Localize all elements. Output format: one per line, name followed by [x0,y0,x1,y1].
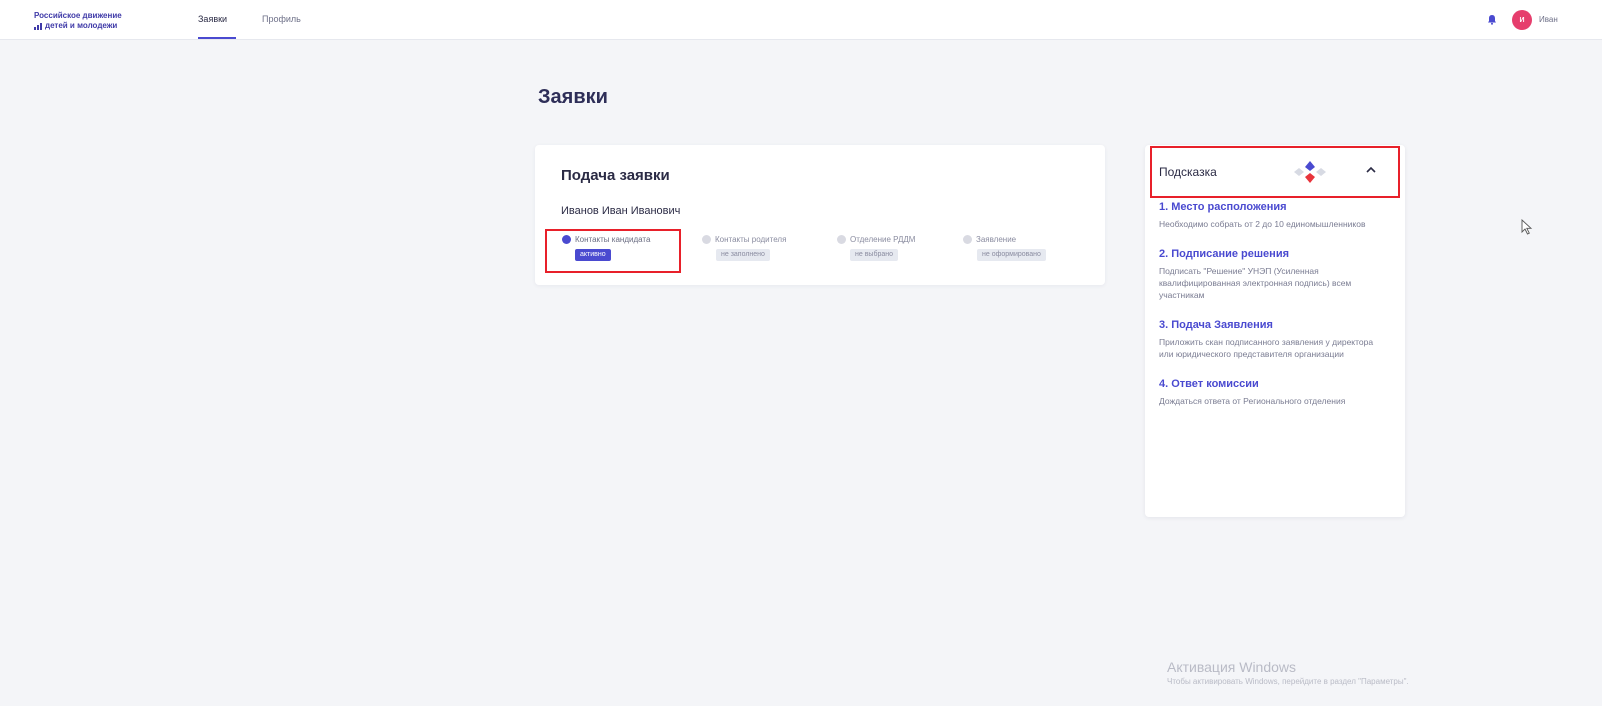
logo-line-2: детей и молодежи [45,21,118,30]
step-label: Контакты родителя [715,235,787,244]
step-indicator-dot [837,235,846,244]
step-status-badge: активно [575,249,611,261]
chevron-up-icon[interactable] [1365,165,1377,175]
hint-step: 4. Ответ комиссии Дождаться ответа от Ре… [1159,378,1379,407]
hint-step-title: 2. Подписание решения [1159,248,1289,260]
step-indicator-dot [562,235,571,244]
step-status-badge: не выбрано [850,249,899,261]
watermark-subtitle: Чтобы активировать Windows, перейдите в … [1167,677,1409,686]
logo-line-1: Российское движение [34,11,122,20]
step-status-badge: не заполнено [716,249,770,261]
bell-icon[interactable] [1487,14,1497,25]
page-title: Заявки [538,86,608,108]
hint-title: Подсказка [1159,165,1217,179]
hint-step-title: 3. Подача Заявления [1159,319,1273,331]
step-indicator-dot [963,235,972,244]
step-statement[interactable]: Заявление не оформировано [963,235,1093,265]
step-indicator-dot [702,235,711,244]
logo-bars-icon [34,22,42,30]
hint-step: 1. Место расположения Необходимо собрать… [1159,201,1379,230]
user-name[interactable]: Иван [1539,15,1558,24]
nav-tab-applications[interactable]: Заявки [198,14,227,24]
hint-step-text: Необходимо собрать от 2 до 10 единомышле… [1159,219,1366,229]
step-candidate-contacts[interactable]: Контакты кандидата активно [562,235,682,265]
user-avatar[interactable]: И [1512,10,1532,30]
hint-step-title: 1. Место расположения [1159,201,1287,213]
candidate-name: Иванов Иван Иванович [561,205,681,217]
card-title: Подача заявки [561,167,670,184]
hint-step: 2. Подписание решения Подписать "Решение… [1159,248,1379,301]
top-navigation-bar: Российское движение детей и молодежи Зая… [0,0,1602,40]
hint-step: 3. Подача Заявления Приложить скан подпи… [1159,319,1379,360]
mouse-cursor-icon [1521,219,1533,235]
application-card: Подача заявки Иванов Иван Иванович Конта… [535,145,1105,285]
hint-step-text: Подписать "Решение" УНЭП (Усиленная квал… [1159,266,1352,300]
step-label: Заявление [976,235,1017,244]
active-tab-indicator [198,37,236,39]
windows-activation-watermark: Активация Windows Чтобы активировать Win… [1167,659,1409,686]
watermark-title: Активация Windows [1167,659,1297,675]
hint-step-title: 4. Ответ комиссии [1159,378,1259,390]
nav-tab-profile[interactable]: Профиль [262,14,301,24]
hint-steps-list: 1. Место расположения Необходимо собрать… [1159,201,1379,425]
hint-header[interactable]: Подсказка [1145,145,1405,197]
step-parent-contacts[interactable]: Контакты родителя не заполнено [702,235,822,265]
step-rddm-branch[interactable]: Отделение РДДМ не выбрано [837,235,957,265]
hint-panel: Подсказка 1. Место расположения Необходи… [1145,145,1405,517]
hint-step-text: Приложить скан подписанного заявления у … [1159,337,1374,359]
step-label: Отделение РДДМ [850,235,916,244]
hint-step-text: Дождаться ответа от Регионального отделе… [1159,396,1346,406]
step-label: Контакты кандидата [575,235,651,244]
rddm-diamond-logo-icon [1294,161,1326,183]
rddm-logo[interactable]: Российское движение детей и молодежи [34,11,184,31]
step-status-badge: не оформировано [977,249,1046,261]
